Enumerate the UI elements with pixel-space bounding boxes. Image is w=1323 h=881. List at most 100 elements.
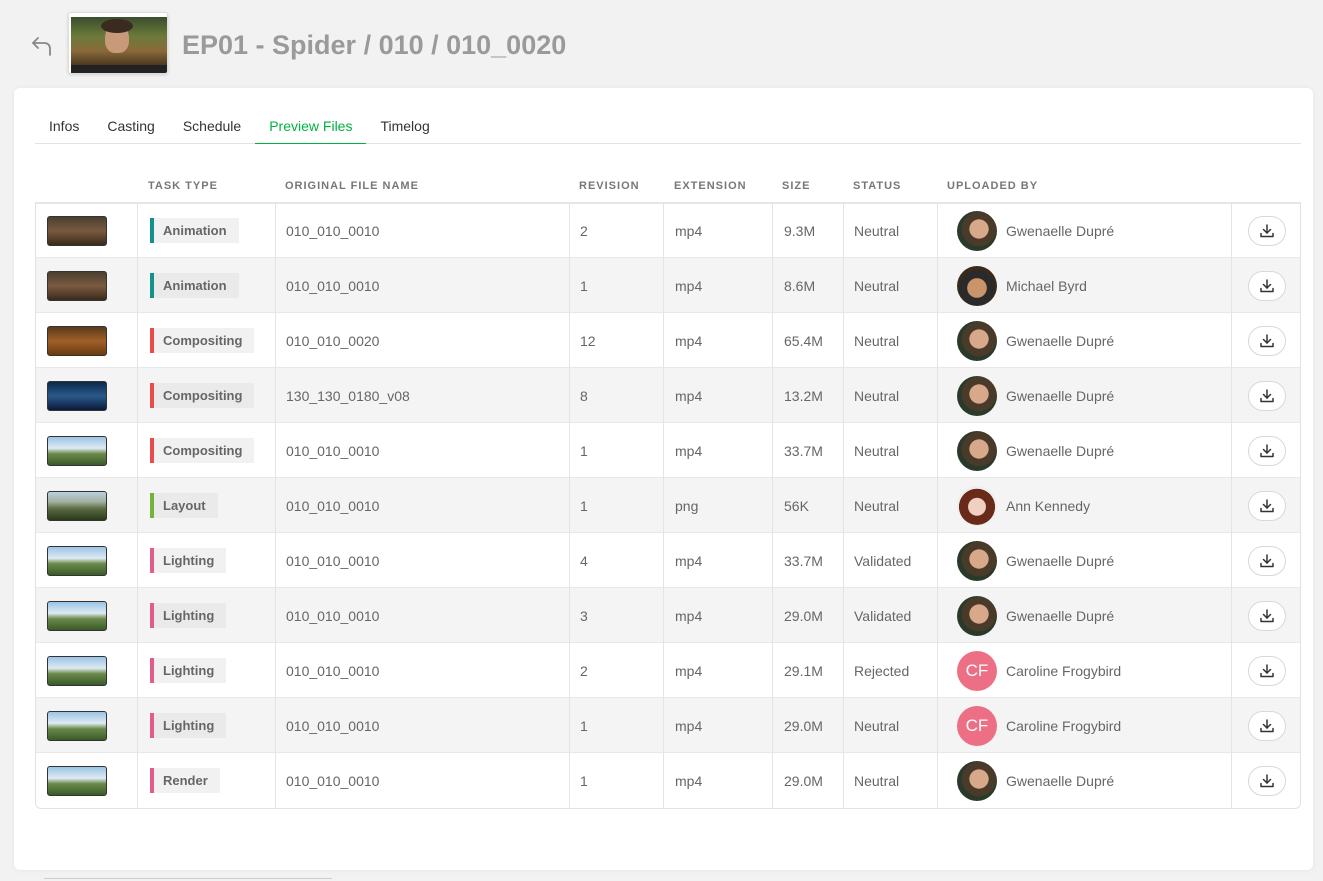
table-row[interactable]: Animation 010_010_0010 1 mp4 8.6M Neutra… (36, 258, 1300, 313)
preview-thumbnail[interactable] (47, 710, 107, 741)
tab-preview-files[interactable]: Preview Files (255, 112, 367, 144)
uploader-name: Gwenaelle Dupré (1006, 552, 1115, 569)
task-type-color (150, 603, 154, 628)
table-row[interactable]: Animation 010_010_0010 2 mp4 9.3M Neutra… (36, 203, 1300, 258)
header-original-file-name[interactable]: ORIGINAL FILE NAME (285, 180, 419, 192)
size-cell: 13.2M (773, 368, 844, 423)
header-uploaded-by[interactable]: UPLOADED BY (947, 180, 1038, 192)
download-button[interactable] (1248, 765, 1286, 796)
extension-cell: mp4 (664, 643, 773, 698)
status-cell: Neutral (844, 478, 938, 533)
size-cell: 29.0M (773, 753, 844, 808)
table-header: TASK TYPE ORIGINAL FILE NAME REVISION EX… (35, 178, 1301, 204)
avatar (957, 540, 997, 581)
avatar (957, 265, 997, 306)
table-row[interactable]: Lighting 010_010_0010 4 mp4 33.7M Valida… (36, 533, 1300, 588)
download-button[interactable] (1248, 435, 1286, 466)
download-button[interactable] (1248, 710, 1286, 741)
table-row[interactable]: Compositing 010_010_0020 12 mp4 65.4M Ne… (36, 313, 1300, 368)
tab-timelog[interactable]: Timelog (366, 112, 443, 144)
file-name-cell: 010_010_0010 (276, 478, 570, 533)
task-type-tag: Lighting (150, 603, 227, 628)
table-row[interactable]: Lighting 010_010_0010 3 mp4 29.0M Valida… (36, 588, 1300, 643)
preview-thumbnail[interactable] (47, 600, 107, 631)
preview-thumbnail[interactable] (47, 435, 107, 466)
avatar (957, 430, 997, 471)
uploader-name: Gwenaelle Dupré (1006, 442, 1115, 459)
task-type-color (150, 548, 154, 573)
back-arrow-icon[interactable] (30, 34, 54, 58)
table-row[interactable]: Lighting 010_010_0010 1 mp4 29.0M Neutra… (36, 698, 1300, 753)
extension-cell: mp4 (664, 698, 773, 753)
table-row[interactable]: Compositing 010_010_0010 1 mp4 33.7M Neu… (36, 423, 1300, 478)
shot-thumbnail[interactable] (68, 12, 168, 74)
revision-cell: 1 (570, 698, 664, 753)
preview-thumbnail[interactable] (47, 270, 107, 301)
header-status[interactable]: STATUS (853, 180, 901, 192)
revision-cell: 1 (570, 753, 664, 808)
preview-thumbnail[interactable] (47, 545, 107, 576)
download-icon (1260, 663, 1274, 677)
download-button[interactable] (1248, 270, 1286, 301)
size-cell: 8.6M (773, 258, 844, 313)
header-revision[interactable]: REVISION (579, 180, 640, 192)
task-type-tag: Lighting (150, 658, 227, 683)
header-size[interactable]: SIZE (782, 180, 810, 192)
download-button[interactable] (1248, 215, 1286, 246)
header-extension[interactable]: EXTENSION (674, 180, 747, 192)
size-cell: 65.4M (773, 313, 844, 368)
tab-infos[interactable]: Infos (35, 112, 93, 144)
file-name-cell: 010_010_0020 (276, 313, 570, 368)
download-button[interactable] (1248, 325, 1286, 356)
size-cell: 29.0M (773, 698, 844, 753)
download-icon (1260, 223, 1274, 237)
task-type-tag: Compositing (150, 328, 255, 353)
table-row[interactable]: Layout 010_010_0010 1 png 56K Neutral An… (36, 478, 1300, 533)
file-name-cell: 010_010_0010 (276, 588, 570, 643)
task-type-color (150, 218, 154, 243)
preview-thumbnail[interactable] (47, 325, 107, 356)
task-type-color (150, 713, 154, 738)
task-type-tag: Render (150, 768, 220, 793)
task-type-color (150, 768, 154, 793)
extension-cell: mp4 (664, 368, 773, 423)
task-type-label: Layout (163, 498, 206, 513)
header-task-type[interactable]: TASK TYPE (148, 180, 218, 192)
table-row[interactable]: Compositing 130_130_0180_v08 8 mp4 13.2M… (36, 368, 1300, 423)
task-type-label: Compositing (163, 333, 243, 348)
download-button[interactable] (1248, 655, 1286, 686)
task-type-label: Compositing (163, 388, 243, 403)
download-button[interactable] (1248, 600, 1286, 631)
status-cell: Neutral (844, 368, 938, 423)
download-button[interactable] (1248, 545, 1286, 576)
table-row[interactable]: Render 010_010_0010 1 mp4 29.0M Neutral … (36, 753, 1300, 808)
preview-thumbnail[interactable] (47, 655, 107, 686)
avatar (957, 210, 997, 251)
download-button[interactable] (1248, 380, 1286, 411)
task-type-label: Lighting (163, 553, 215, 568)
preview-thumbnail[interactable] (47, 490, 107, 521)
file-name-cell: 010_010_0010 (276, 698, 570, 753)
uploader-name: Ann Kennedy (1006, 497, 1091, 514)
preview-thumbnail[interactable] (47, 765, 107, 796)
table-row[interactable]: Lighting 010_010_0010 2 mp4 29.1M Reject… (36, 643, 1300, 698)
preview-thumbnail[interactable] (47, 380, 107, 411)
download-icon (1260, 333, 1274, 347)
task-type-tag: Compositing (150, 383, 255, 408)
revision-cell: 1 (570, 258, 664, 313)
preview-thumbnail[interactable] (47, 215, 107, 246)
extension-cell: mp4 (664, 588, 773, 643)
tab-schedule[interactable]: Schedule (169, 112, 255, 144)
task-type-tag: Layout (150, 493, 218, 518)
revision-cell: 1 (570, 478, 664, 533)
tab-casting[interactable]: Casting (93, 112, 168, 144)
status-cell: Validated (844, 533, 938, 588)
download-button[interactable] (1248, 490, 1286, 521)
task-type-color (150, 383, 154, 408)
task-type-tag: Lighting (150, 548, 227, 573)
status-cell: Validated (844, 588, 938, 643)
task-type-tag: Animation (150, 273, 239, 298)
page-header: EP01 - Spider / 010 / 010_0020 (0, 0, 1323, 88)
task-type-label: Animation (163, 278, 227, 293)
size-cell: 29.0M (773, 588, 844, 643)
